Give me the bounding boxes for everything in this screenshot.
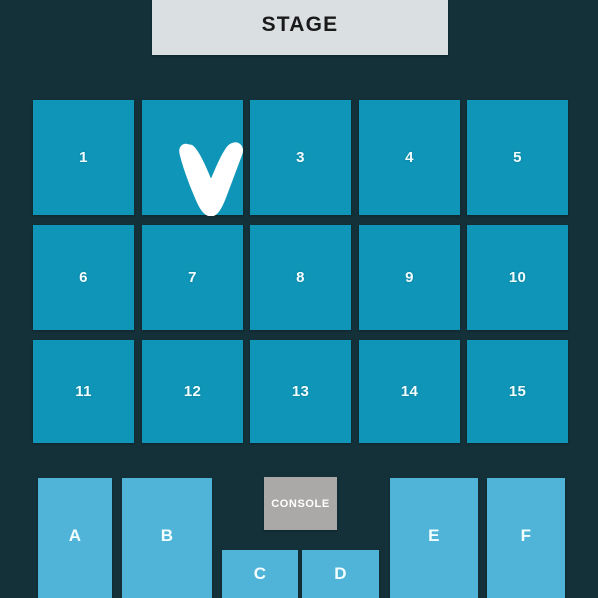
console-label: CONSOLE [271, 497, 330, 510]
stage-block: STAGE [152, 0, 448, 55]
seat-block-5[interactable]: 5 [467, 100, 568, 215]
seat-block-11[interactable]: 11 [33, 340, 134, 443]
seat-block-10[interactable]: 10 [467, 225, 568, 330]
seat-block-label: 11 [75, 383, 92, 400]
console-block: CONSOLE [264, 477, 337, 530]
section-block-label: F [520, 526, 532, 545]
seat-block-4[interactable]: 4 [359, 100, 460, 215]
seat-block-label: 7 [188, 269, 197, 286]
seat-block-1[interactable]: 1 [33, 100, 134, 215]
section-block-label: A [68, 526, 82, 545]
seat-block-8[interactable]: 8 [250, 225, 351, 330]
seat-block-3[interactable]: 3 [250, 100, 351, 215]
section-block-label: D [334, 564, 347, 583]
seat-block-9[interactable]: 9 [359, 225, 460, 330]
seat-block-label: 3 [296, 149, 305, 166]
section-block-label: E [428, 526, 440, 545]
section-block-D[interactable]: D [302, 550, 379, 598]
seat-block-label: 2 [188, 149, 197, 166]
seat-block-label: 9 [405, 269, 414, 286]
seat-block-label: 15 [508, 383, 527, 400]
section-block-A[interactable]: A [38, 478, 112, 598]
seat-block-label: 13 [291, 383, 310, 400]
seat-block-label: 5 [513, 149, 522, 166]
seat-block-2[interactable]: 2 [142, 100, 243, 215]
seat-block-label: 12 [183, 383, 202, 400]
seat-block-12[interactable]: 12 [142, 340, 243, 443]
section-block-label: C [253, 564, 267, 583]
section-block-label: B [160, 526, 174, 545]
seat-block-label: 6 [79, 269, 88, 286]
seat-block-label: 14 [400, 383, 419, 400]
seat-block-label: 4 [405, 149, 414, 166]
seat-block-label: 1 [79, 149, 88, 166]
section-block-C[interactable]: C [222, 550, 298, 598]
seat-block-6[interactable]: 6 [33, 225, 134, 330]
section-block-E[interactable]: E [390, 478, 478, 598]
seat-block-14[interactable]: 14 [359, 340, 460, 443]
venue-seating-map: STAGE 1 2 3 4 5 6 7 8 9 10 11 12 13 14 15 ABCDEF CONSO… [0, 0, 598, 598]
seat-block-15[interactable]: 15 [467, 340, 568, 443]
seat-block-13[interactable]: 13 [250, 340, 351, 443]
section-block-B[interactable]: B [122, 478, 212, 598]
seat-block-label: 10 [508, 269, 527, 286]
stage-label: STAGE [261, 12, 339, 36]
seat-block-7[interactable]: 7 [142, 225, 243, 330]
section-block-F[interactable]: F [487, 478, 565, 598]
seat-block-label: 8 [296, 269, 305, 286]
